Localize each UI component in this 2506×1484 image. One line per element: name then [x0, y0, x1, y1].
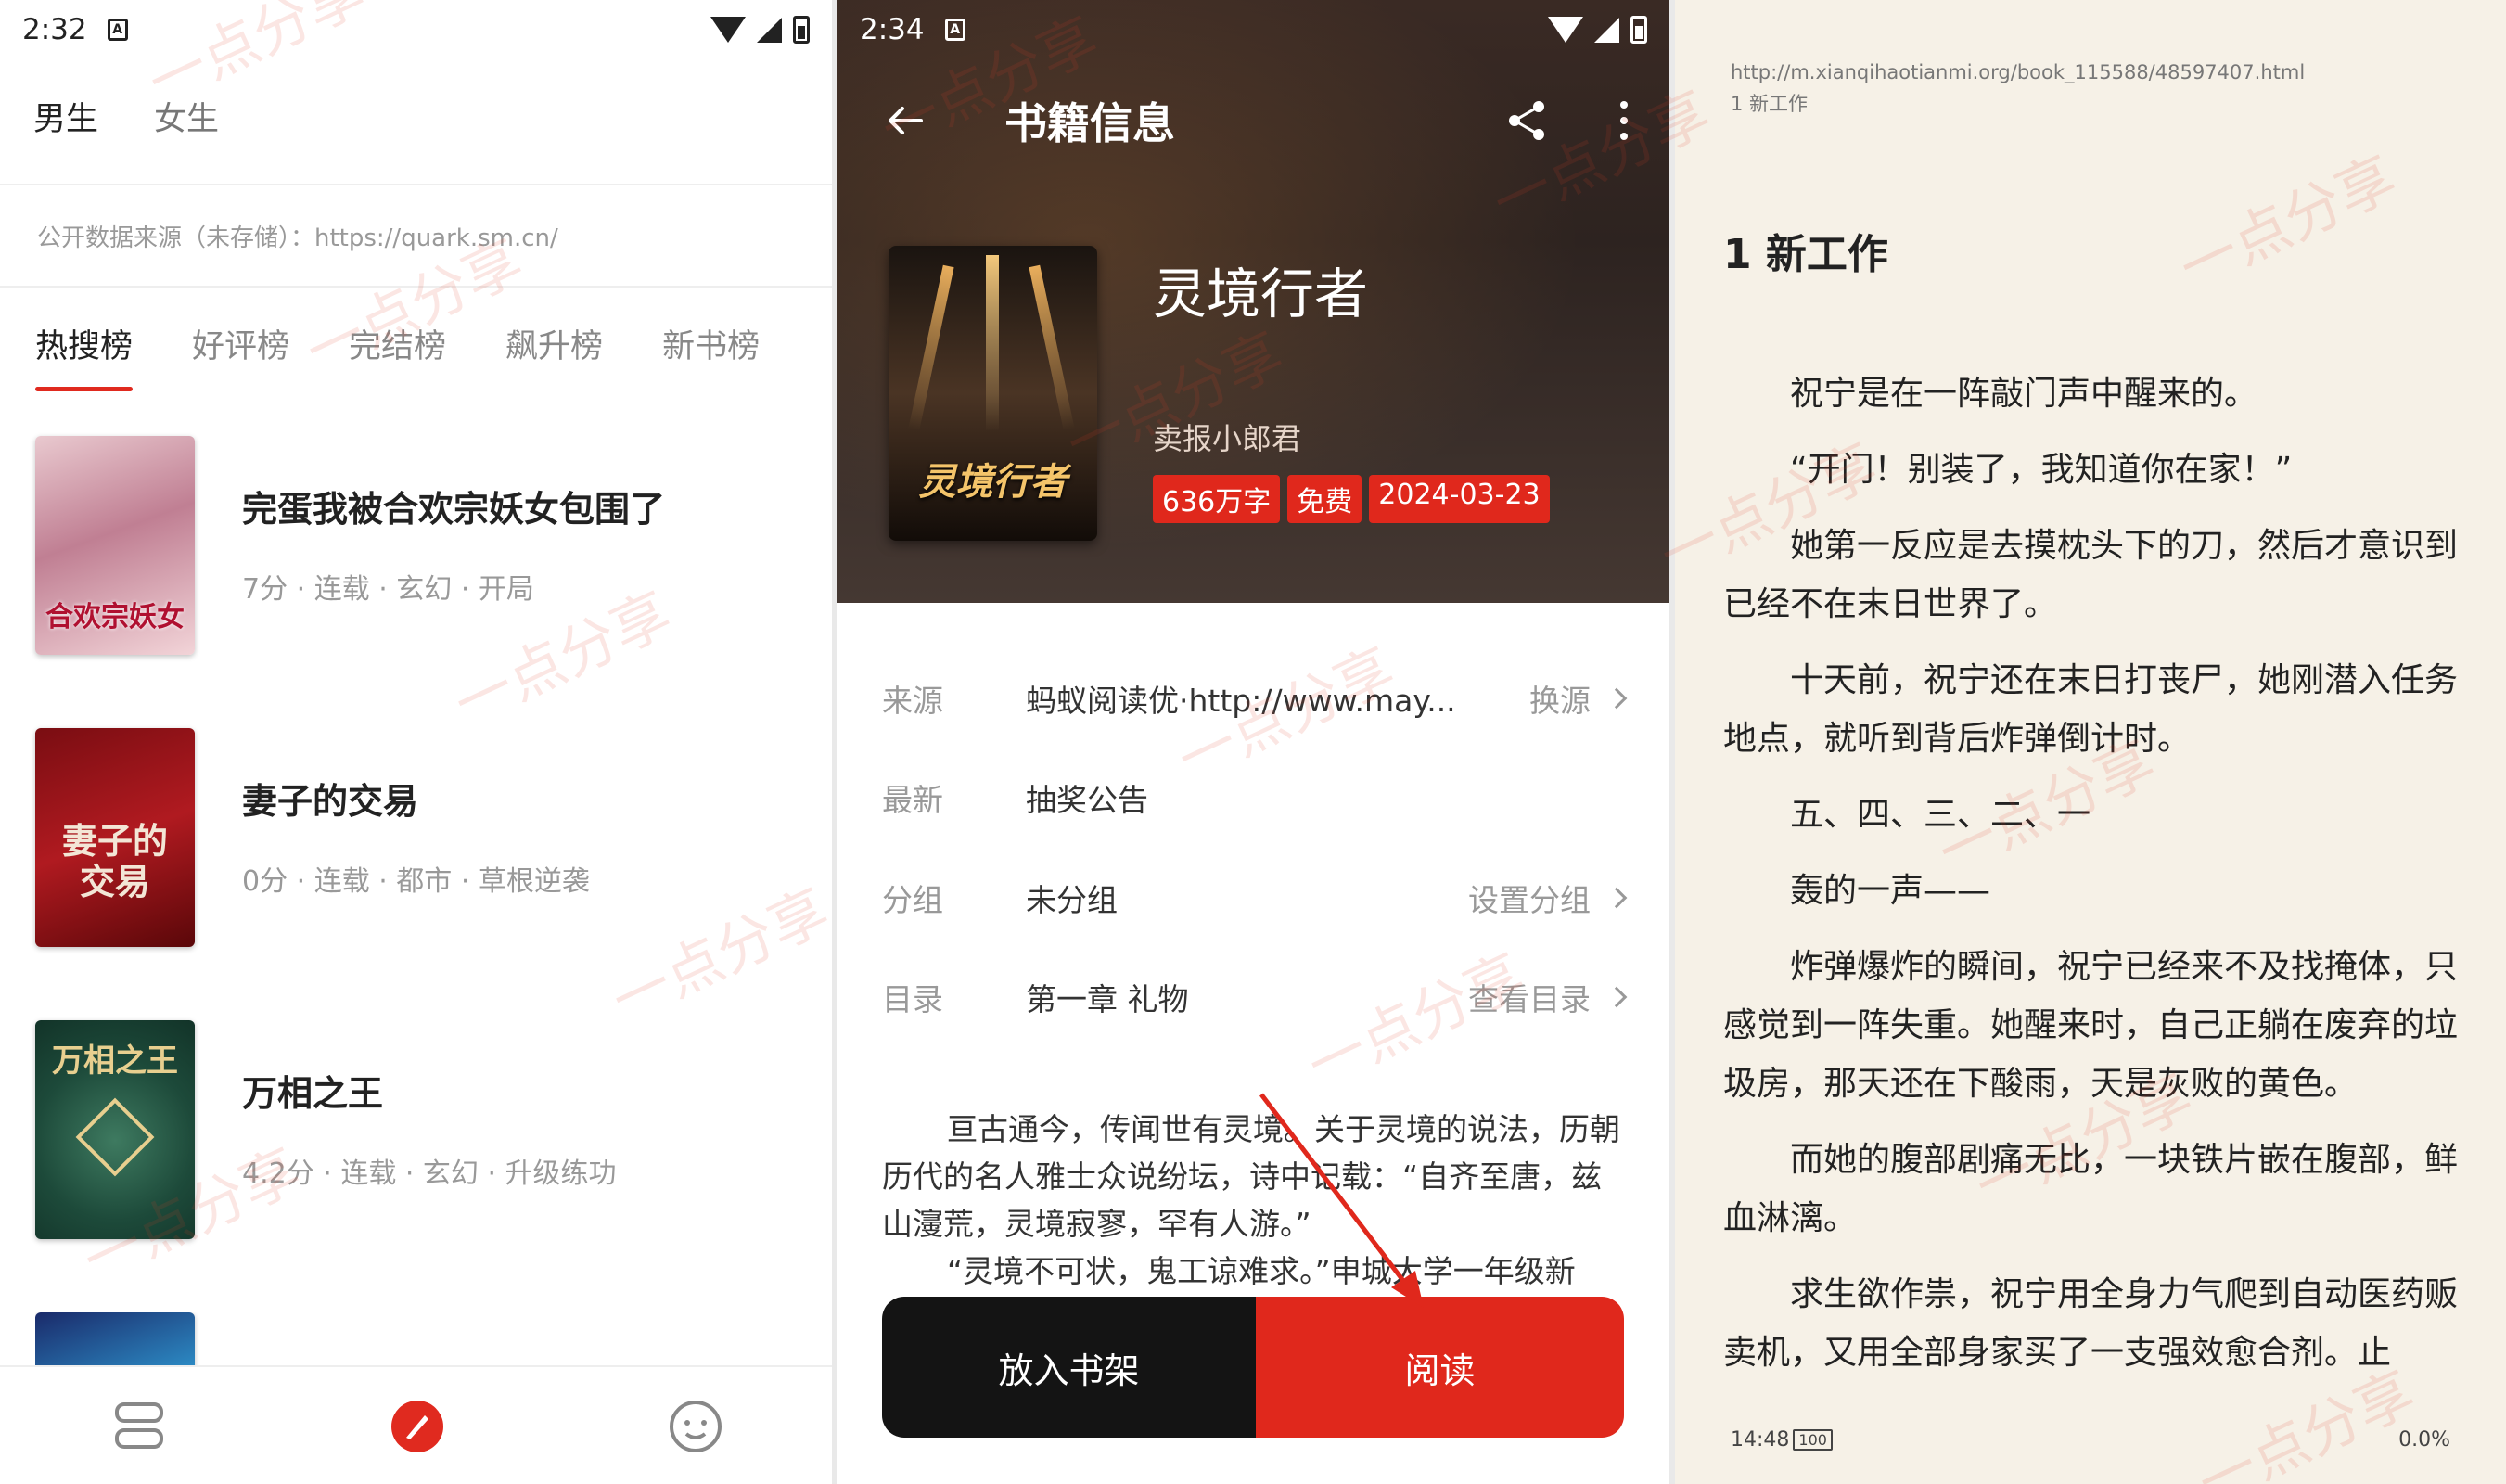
book-cover: 妻子的交易: [35, 728, 195, 947]
discover-icon[interactable]: [388, 1397, 447, 1456]
book-author: 卖报小郎君: [1153, 421, 1302, 456]
battery-icon: [793, 16, 810, 44]
chevron-right-icon: [1605, 986, 1628, 1008]
status-bar: 2:32 A: [0, 0, 832, 59]
view-toc-button[interactable]: 查看目录: [1468, 975, 1628, 1019]
paragraph: 五、四、三、二、一: [1790, 796, 2091, 834]
book-list-item[interactable]: [35, 1312, 796, 1368]
more-options-icon[interactable]: [1615, 97, 1633, 144]
book-list-item[interactable]: 万相之王 万相之王 4.2分 · 连载 · 玄幻 · 升级练功: [35, 1020, 796, 1243]
book-meta: 0分 · 连载 · 都市 · 草根逆袭: [242, 865, 590, 898]
tab-rising[interactable]: 飙升榜: [505, 320, 603, 367]
info-value: 未分组: [1026, 882, 1118, 918]
info-value: 第一章 礼物: [1026, 981, 1189, 1017]
book-title: 妻子的交易: [242, 781, 419, 822]
book-cover: 万相之王: [35, 1020, 195, 1239]
battery-level: 100: [1793, 1429, 1833, 1451]
book-title: 万相之王: [242, 1073, 384, 1114]
wifi-icon: [1548, 17, 1583, 43]
share-icon[interactable]: [1503, 97, 1550, 144]
chevron-right-icon: [1605, 687, 1628, 710]
detail-header: 2:34 A 书籍信息 灵境行者 灵境行者 卖报小郎君 636万字 免费 202…: [837, 0, 1669, 603]
bookshelf-icon[interactable]: [109, 1397, 169, 1456]
reader-footer-time: 14:48 100: [1731, 1428, 1833, 1452]
paragraph: 十天前，祝宁还在末日打丧尸，她刚潜入任务地点，就听到背后炸弹倒计时。: [1723, 661, 2459, 758]
cover-text: 合欢宗妖女: [45, 601, 185, 633]
chapter-body[interactable]: 祝宁是在一阵敲门声中醒来的。 “开门！别装了，我知道你在家！” 她第一反应是去摸…: [1723, 365, 2465, 1400]
battery-icon: [1630, 16, 1647, 44]
book-tags: 636万字 免费 2024-03-23: [1153, 475, 1550, 523]
clock: 14:48: [1731, 1428, 1790, 1452]
bottom-nav: [0, 1365, 832, 1484]
cover-emblem: [75, 1097, 155, 1177]
info-row-source[interactable]: 来源 蚂蚁阅读优·http://www.may... 换源: [882, 671, 1628, 726]
back-arrow-icon[interactable]: [882, 97, 928, 144]
tab-male[interactable]: 男生: [33, 93, 98, 140]
add-to-shelf-button[interactable]: 放入书架: [882, 1297, 1256, 1438]
chevron-right-icon: [1605, 887, 1628, 909]
chapter-url: http://m.xianqihaotianmi.org/book_115588…: [1731, 61, 2306, 83]
status-time: 2:34: [860, 13, 925, 46]
book-cover: 灵境行者: [889, 246, 1097, 541]
annotation-arrow-icon: [1259, 1093, 1424, 1308]
book-list-item[interactable]: 妻子的交易 妻子的交易 0分 · 连载 · 都市 · 草根逆袭: [35, 728, 796, 951]
chapter-header-small: 1 新工作: [1731, 93, 1809, 115]
paragraph: 求生欲作祟，祝宁用全身力气爬到自动医药贩卖机，又用全部身家买了一支强效愈合剂。止: [1723, 1275, 2459, 1372]
book-cover: [35, 1312, 195, 1368]
info-key: 来源: [882, 683, 943, 719]
cover-text: 万相之王: [52, 1043, 178, 1080]
ranking-screen: 2:32 A 男生 女生 公开数据来源（未存储）：https://quark.s…: [0, 0, 832, 1484]
tab-new-books[interactable]: 新书榜: [662, 320, 760, 367]
book-cover: 合欢宗妖女: [35, 436, 195, 655]
cover-text: 妻子的交易: [61, 821, 168, 902]
tab-hot-search[interactable]: 热搜榜: [35, 320, 134, 391]
info-row-toc[interactable]: 目录 第一章 礼物 查看目录: [882, 969, 1628, 1025]
page-title: 书籍信息: [1004, 98, 1175, 148]
top-bar: 书籍信息: [837, 83, 1669, 158]
signal-icon: [757, 17, 782, 43]
info-key: 分组: [882, 882, 943, 918]
divider: [0, 184, 832, 186]
free-badge: 免费: [1287, 475, 1362, 523]
info-value: 抽奖公告: [1026, 782, 1148, 818]
info-value: 蚂蚁阅读优·http://www.may...: [1026, 683, 1456, 719]
info-row-group[interactable]: 分组 未分组 设置分组: [882, 870, 1628, 926]
paragraph: 祝宁是在一阵敲门声中醒来的。: [1790, 375, 2258, 413]
status-time: 2:32: [22, 13, 87, 46]
gender-tabs: 男生 女生: [33, 93, 219, 140]
book-title: 灵境行者: [1153, 262, 1369, 326]
tab-top-rated[interactable]: 好评榜: [192, 320, 289, 367]
paragraph: 轰的一声——: [1790, 872, 1991, 910]
reading-progress: 0.0%: [2398, 1428, 2450, 1452]
signal-icon: [1594, 17, 1619, 43]
info-key: 最新: [882, 782, 943, 818]
book-title: 完蛋我被合欢宗妖女包围了: [242, 489, 666, 530]
notification-icon: A: [107, 19, 128, 41]
status-bar: 2:34 A: [837, 0, 1669, 59]
paragraph: 她第一反应是去摸枕头下的刀，然后才意识到已经不在末日世界了。: [1723, 527, 2459, 623]
cover-text: 灵境行者: [918, 461, 1068, 504]
tab-female[interactable]: 女生: [154, 93, 219, 140]
word-count-badge: 636万字: [1153, 475, 1281, 523]
info-key: 目录: [882, 981, 943, 1017]
paragraph: “开门！别装了，我知道你在家！”: [1790, 451, 2293, 489]
book-meta: 7分 · 连载 · 玄幻 · 开局: [242, 573, 534, 606]
change-source-button[interactable]: 换源: [1529, 676, 1628, 721]
wifi-icon: [710, 17, 746, 43]
info-row-latest[interactable]: 最新 抽奖公告: [882, 770, 1624, 825]
paragraph: 炸弹爆炸的瞬间，祝宁已经来不及找掩体，只感觉到一阵失重。她醒来时，自己正躺在废弃…: [1723, 948, 2459, 1103]
data-source-note: 公开数据来源（未存储）：https://quark.sm.cn/: [37, 224, 558, 252]
chapter-title: 1 新工作: [1723, 231, 1888, 278]
date-badge: 2024-03-23: [1369, 475, 1550, 523]
tab-completed[interactable]: 完结榜: [349, 320, 446, 367]
book-meta: 4.2分 · 连载 · 玄幻 · 升级练功: [242, 1158, 617, 1190]
divider: [0, 286, 832, 288]
rank-tabs: 热搜榜 好评榜 完结榜 飙升榜 新书榜: [35, 320, 760, 391]
reader-screen: http://m.xianqihaotianmi.org/book_115588…: [1675, 0, 2506, 1484]
book-list-item[interactable]: 合欢宗妖女 完蛋我被合欢宗妖女包围了 7分 · 连载 · 玄幻 · 开局: [35, 436, 796, 659]
notification-icon: A: [944, 19, 965, 41]
paragraph: 而她的腹部剧痛无比，一块铁片嵌在腹部，鲜血淋漓。: [1723, 1141, 2459, 1237]
profile-icon[interactable]: [666, 1397, 725, 1456]
set-group-button[interactable]: 设置分组: [1468, 876, 1628, 920]
